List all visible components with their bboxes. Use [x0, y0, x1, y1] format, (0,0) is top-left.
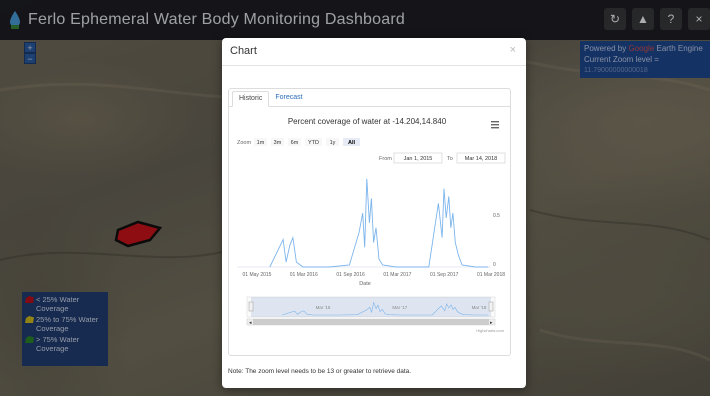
modal-close-button[interactable]: ×	[510, 44, 516, 56]
to-label: To	[447, 156, 453, 162]
from-label: From	[379, 156, 392, 162]
chart-menu-icon[interactable]	[491, 121, 499, 129]
to-date-value: Mar 14, 2018	[465, 156, 497, 162]
y-tick-label: 0	[493, 262, 496, 268]
range-button-label-1y: 1y	[330, 140, 336, 146]
navigator-right-handle[interactable]	[488, 301, 494, 312]
water-coverage-chart: Percent coverage of water at -14.204,14.…	[237, 117, 506, 333]
x-tick-label: 01 Mar 2016	[290, 272, 318, 278]
x-tick-label: 01 Sep 2016	[336, 272, 365, 278]
modal-title: Chart	[230, 45, 257, 57]
navigator-scroll-thumb[interactable]	[253, 319, 489, 325]
x-tick-label: 01 Sep 2017	[430, 272, 459, 278]
from-date-value: Jan 1, 2015	[404, 156, 433, 162]
x-tick-label: 01 Mar 2018	[477, 272, 505, 278]
chart-credit: Highcharts.com	[476, 328, 504, 333]
zoom-note: Note: The zoom level needs to be 13 or g…	[228, 368, 412, 375]
range-button-group: 1m 3m 6m YTD 1y All	[254, 138, 360, 146]
navigator-tick-label: Mar '16	[316, 305, 331, 310]
zoom-label: Zoom	[237, 140, 251, 146]
modal-header: Chart ×	[222, 38, 526, 66]
x-axis-label: Date	[359, 281, 371, 287]
x-tick-label: 01 Mar 2017	[383, 272, 411, 278]
x-axis-ticks: 01 May 2015 01 Mar 2016 01 Sep 2016 01 Mar …	[243, 272, 506, 278]
chart-tab-panel: Historic Forecast Percent coverage of wa…	[228, 88, 511, 356]
chart-title: Percent coverage of water at -14.204,14.…	[288, 117, 447, 126]
series-line	[269, 178, 489, 268]
range-button-label-6m: 6m	[291, 140, 299, 146]
navigator-left-handle[interactable]	[248, 301, 254, 312]
range-button-label-all: All	[348, 140, 356, 146]
range-button-label-3m: 3m	[274, 140, 282, 146]
range-button-label-ytd: YTD	[308, 140, 319, 146]
navigator-tick-label: Mar '17	[392, 305, 407, 310]
x-tick-label: 01 May 2015	[243, 272, 272, 278]
range-button-label-1m: 1m	[257, 140, 265, 146]
y-axis-ticks: 00.5	[493, 213, 500, 268]
navigator-tick-label: Mar '18	[472, 305, 487, 310]
chart-modal: Chart × Historic Forecast Percent covera…	[222, 38, 526, 388]
y-tick-label: 0.5	[493, 213, 500, 219]
